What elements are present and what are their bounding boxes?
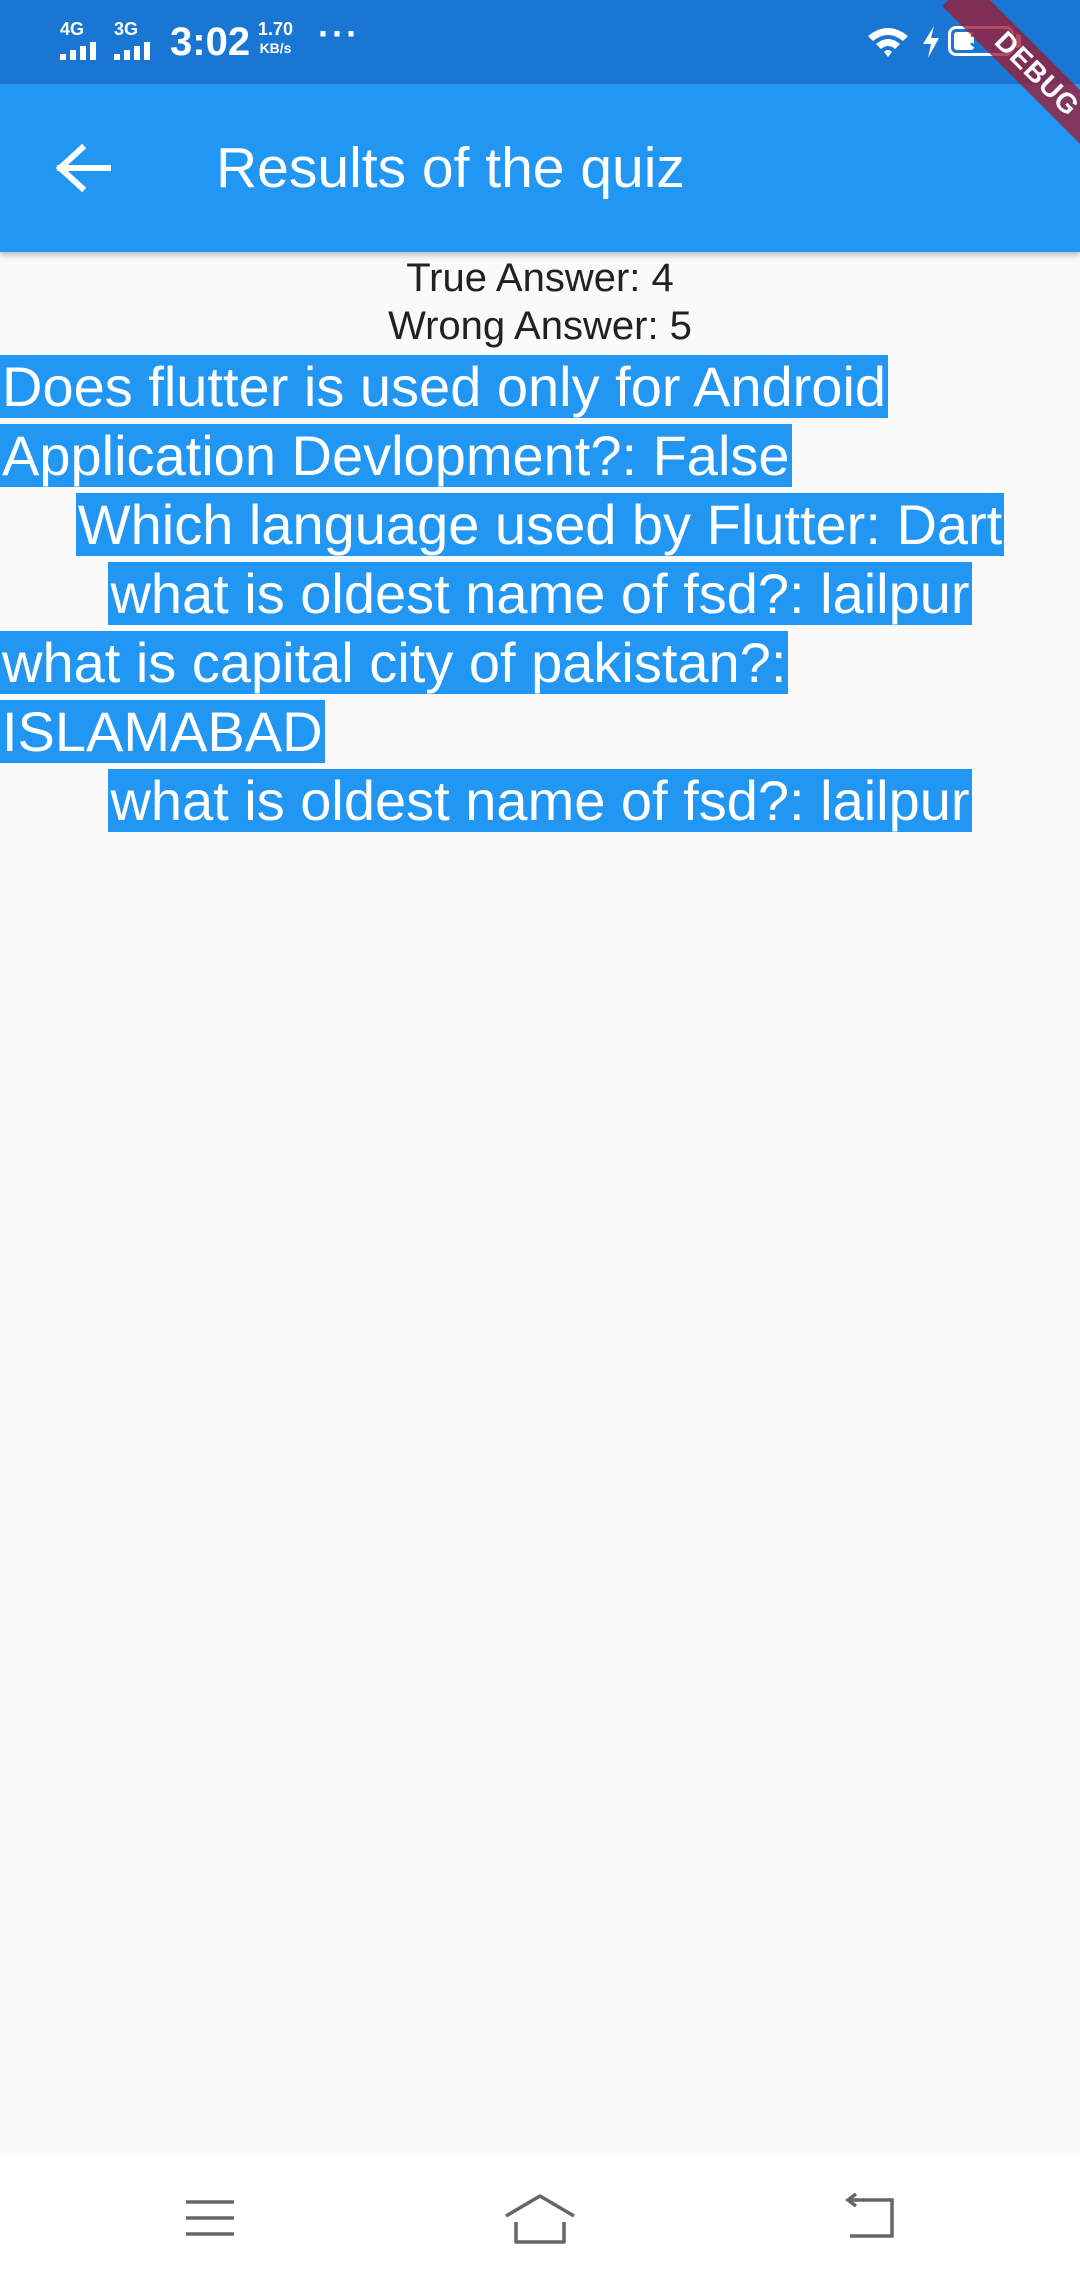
network-speed: 1.70 KB/s bbox=[258, 20, 293, 58]
app-bar: Results of the quiz bbox=[0, 84, 1080, 252]
list-item: Does flutter is used only for Android Ap… bbox=[0, 352, 1080, 490]
network-speed-unit: KB/s bbox=[259, 40, 292, 56]
battery-level: 37 bbox=[969, 30, 993, 52]
answer-text: Does flutter is used only for Android bbox=[0, 355, 889, 418]
wrong-answer-count: Wrong Answer: 5 bbox=[388, 304, 692, 348]
signal-bars-icon bbox=[60, 42, 104, 60]
true-answer-count: True Answer: 4 bbox=[406, 256, 674, 300]
list-item: what is oldest name of fsd?: lailpur bbox=[0, 559, 1080, 628]
nav-home-button[interactable] bbox=[490, 2184, 590, 2254]
battery-icon: 37 bbox=[948, 26, 1014, 56]
nav-back-button[interactable] bbox=[820, 2184, 920, 2254]
arrow-left-icon bbox=[56, 144, 111, 192]
results-content: True Answer: 4 Wrong Answer: 5 Does flut… bbox=[0, 252, 1080, 835]
list-item: Which language used by Flutter: Dart bbox=[0, 490, 1080, 559]
battery-tip bbox=[1016, 34, 1021, 48]
system-nav-bar bbox=[0, 2154, 1080, 2280]
signal-bars-icon bbox=[114, 42, 158, 60]
clock: 3:02 bbox=[170, 20, 251, 64]
charging-icon bbox=[923, 26, 939, 58]
back-icon bbox=[845, 2192, 894, 2238]
answer-text: what is oldest name of fsd?: lailpur bbox=[108, 562, 972, 625]
answer-text: Which language used by Flutter: Dart bbox=[75, 493, 1005, 556]
page-title: Results of the quiz bbox=[216, 136, 685, 200]
back-button[interactable] bbox=[36, 120, 132, 216]
more-notifications-icon: ··· bbox=[318, 13, 360, 54]
network-type-label: 3G bbox=[114, 19, 139, 39]
wifi-icon bbox=[868, 28, 908, 57]
status-bar: 4G 3G 3:02 1.70 KB/s ··· 37 bbox=[0, 0, 1080, 84]
answer-text: Application Devlopment?: False bbox=[0, 424, 792, 487]
list-item: what is capital city of pakistan?: ISLAM… bbox=[0, 628, 1080, 766]
nav-menu-button[interactable] bbox=[160, 2184, 260, 2254]
network-speed-value: 1.70 bbox=[258, 19, 294, 39]
answers-list: Does flutter is used only for Android Ap… bbox=[0, 352, 1080, 835]
menu-icon bbox=[186, 2200, 234, 2236]
network-type-label: 4G bbox=[60, 19, 85, 39]
answer-text: what is oldest name of fsd?: lailpur bbox=[108, 769, 972, 832]
list-item: what is oldest name of fsd?: lailpur bbox=[0, 766, 1080, 835]
answer-text: ISLAMABAD bbox=[0, 700, 325, 763]
answer-text: what is capital city of pakistan?: bbox=[0, 631, 789, 694]
home-icon bbox=[505, 2194, 575, 2244]
